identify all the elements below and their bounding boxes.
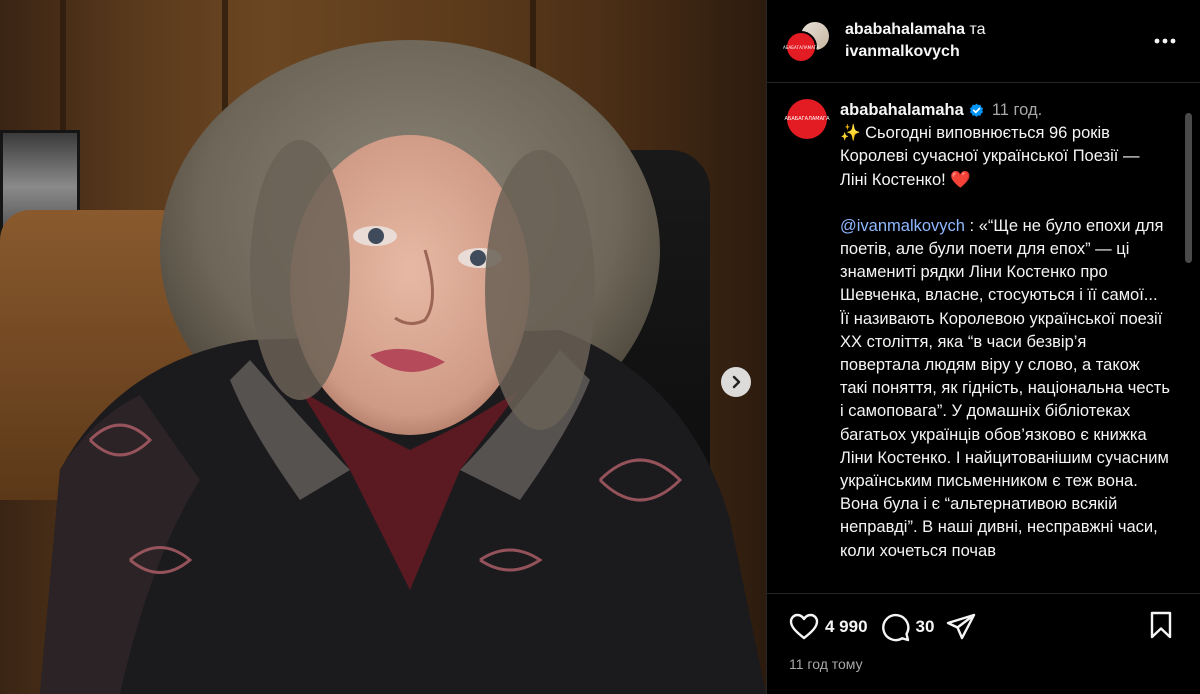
post-actions: 4 990 30 11 год тому bbox=[767, 593, 1200, 694]
woman-portrait bbox=[40, 40, 766, 694]
post-timestamp[interactable]: 11 год тому bbox=[789, 656, 1179, 672]
caption: АБАБАГАЛАМАГА ababahalamaha 11 год. ✨ Сь… bbox=[784, 99, 1170, 563]
caption-intro: ✨ Сьогодні виповнюється 96 років Королев… bbox=[840, 124, 1140, 189]
username-link[interactable]: ivanmalkovych bbox=[845, 43, 960, 60]
caption-author[interactable]: ababahalamaha bbox=[840, 99, 964, 122]
mention-link[interactable]: @ivanmalkovych bbox=[840, 217, 965, 235]
like-count[interactable]: 4 990 bbox=[825, 617, 868, 637]
avatar-logo-text: АБАБАГАЛАМАГА bbox=[784, 116, 830, 122]
action-row: 4 990 30 bbox=[789, 610, 1179, 644]
caption-scroll-area[interactable]: АБАБАГАЛАМАГА ababahalamaha 11 год. ✨ Сь… bbox=[767, 83, 1200, 593]
caption-time: 11 год. bbox=[991, 101, 1043, 119]
collab-avatars[interactable]: АБАБАГАЛАМАГА bbox=[783, 18, 831, 64]
heart-icon bbox=[789, 613, 819, 640]
verified-badge-icon bbox=[969, 103, 983, 117]
post-photo bbox=[0, 0, 766, 694]
avatar-ababahalamaha[interactable]: АБАБАГАЛАМАГА bbox=[783, 31, 819, 63]
more-horizontal-icon bbox=[1154, 38, 1176, 44]
caption-avatar[interactable]: АБАБАГАЛАМАГА bbox=[784, 99, 830, 139]
more-options-button[interactable] bbox=[1152, 28, 1178, 54]
comment-icon bbox=[881, 613, 909, 642]
post-side-panel: АБАБАГАЛАМАГА ababahalamaha та ivanmalko… bbox=[766, 0, 1200, 694]
collab-usernames: ababahalamaha та ivanmalkovych bbox=[845, 19, 986, 63]
caption-quote-text: : «“Ще не було епохи для поетів, але бул… bbox=[840, 216, 1170, 560]
save-button[interactable] bbox=[1149, 611, 1173, 644]
caption-quote: @ivanmalkovych : «“Ще не було епохи для … bbox=[840, 215, 1170, 563]
caption-text: ababahalamaha 11 год. ✨ Сьогодні виповню… bbox=[840, 99, 1170, 563]
username-link[interactable]: ababahalamaha bbox=[845, 21, 965, 38]
like-button[interactable]: 4 990 bbox=[789, 613, 868, 641]
chevron-right-icon bbox=[732, 375, 741, 389]
caption-scrollbar[interactable] bbox=[1185, 113, 1192, 263]
share-button[interactable] bbox=[946, 613, 976, 641]
comment-count[interactable]: 30 bbox=[916, 617, 935, 637]
conjunction-text: та bbox=[969, 21, 986, 38]
avatar-logo-text: АБАБАГАЛАМАГА bbox=[783, 44, 819, 50]
bookmark-icon bbox=[1150, 611, 1172, 638]
next-photo-button[interactable] bbox=[721, 367, 751, 397]
post-header: АБАБАГАЛАМАГА ababahalamaha та ivanmalko… bbox=[767, 0, 1200, 83]
comment-button[interactable]: 30 bbox=[880, 612, 935, 642]
caption-author-line: ababahalamaha 11 год. bbox=[840, 99, 1170, 122]
share-icon bbox=[947, 613, 976, 640]
